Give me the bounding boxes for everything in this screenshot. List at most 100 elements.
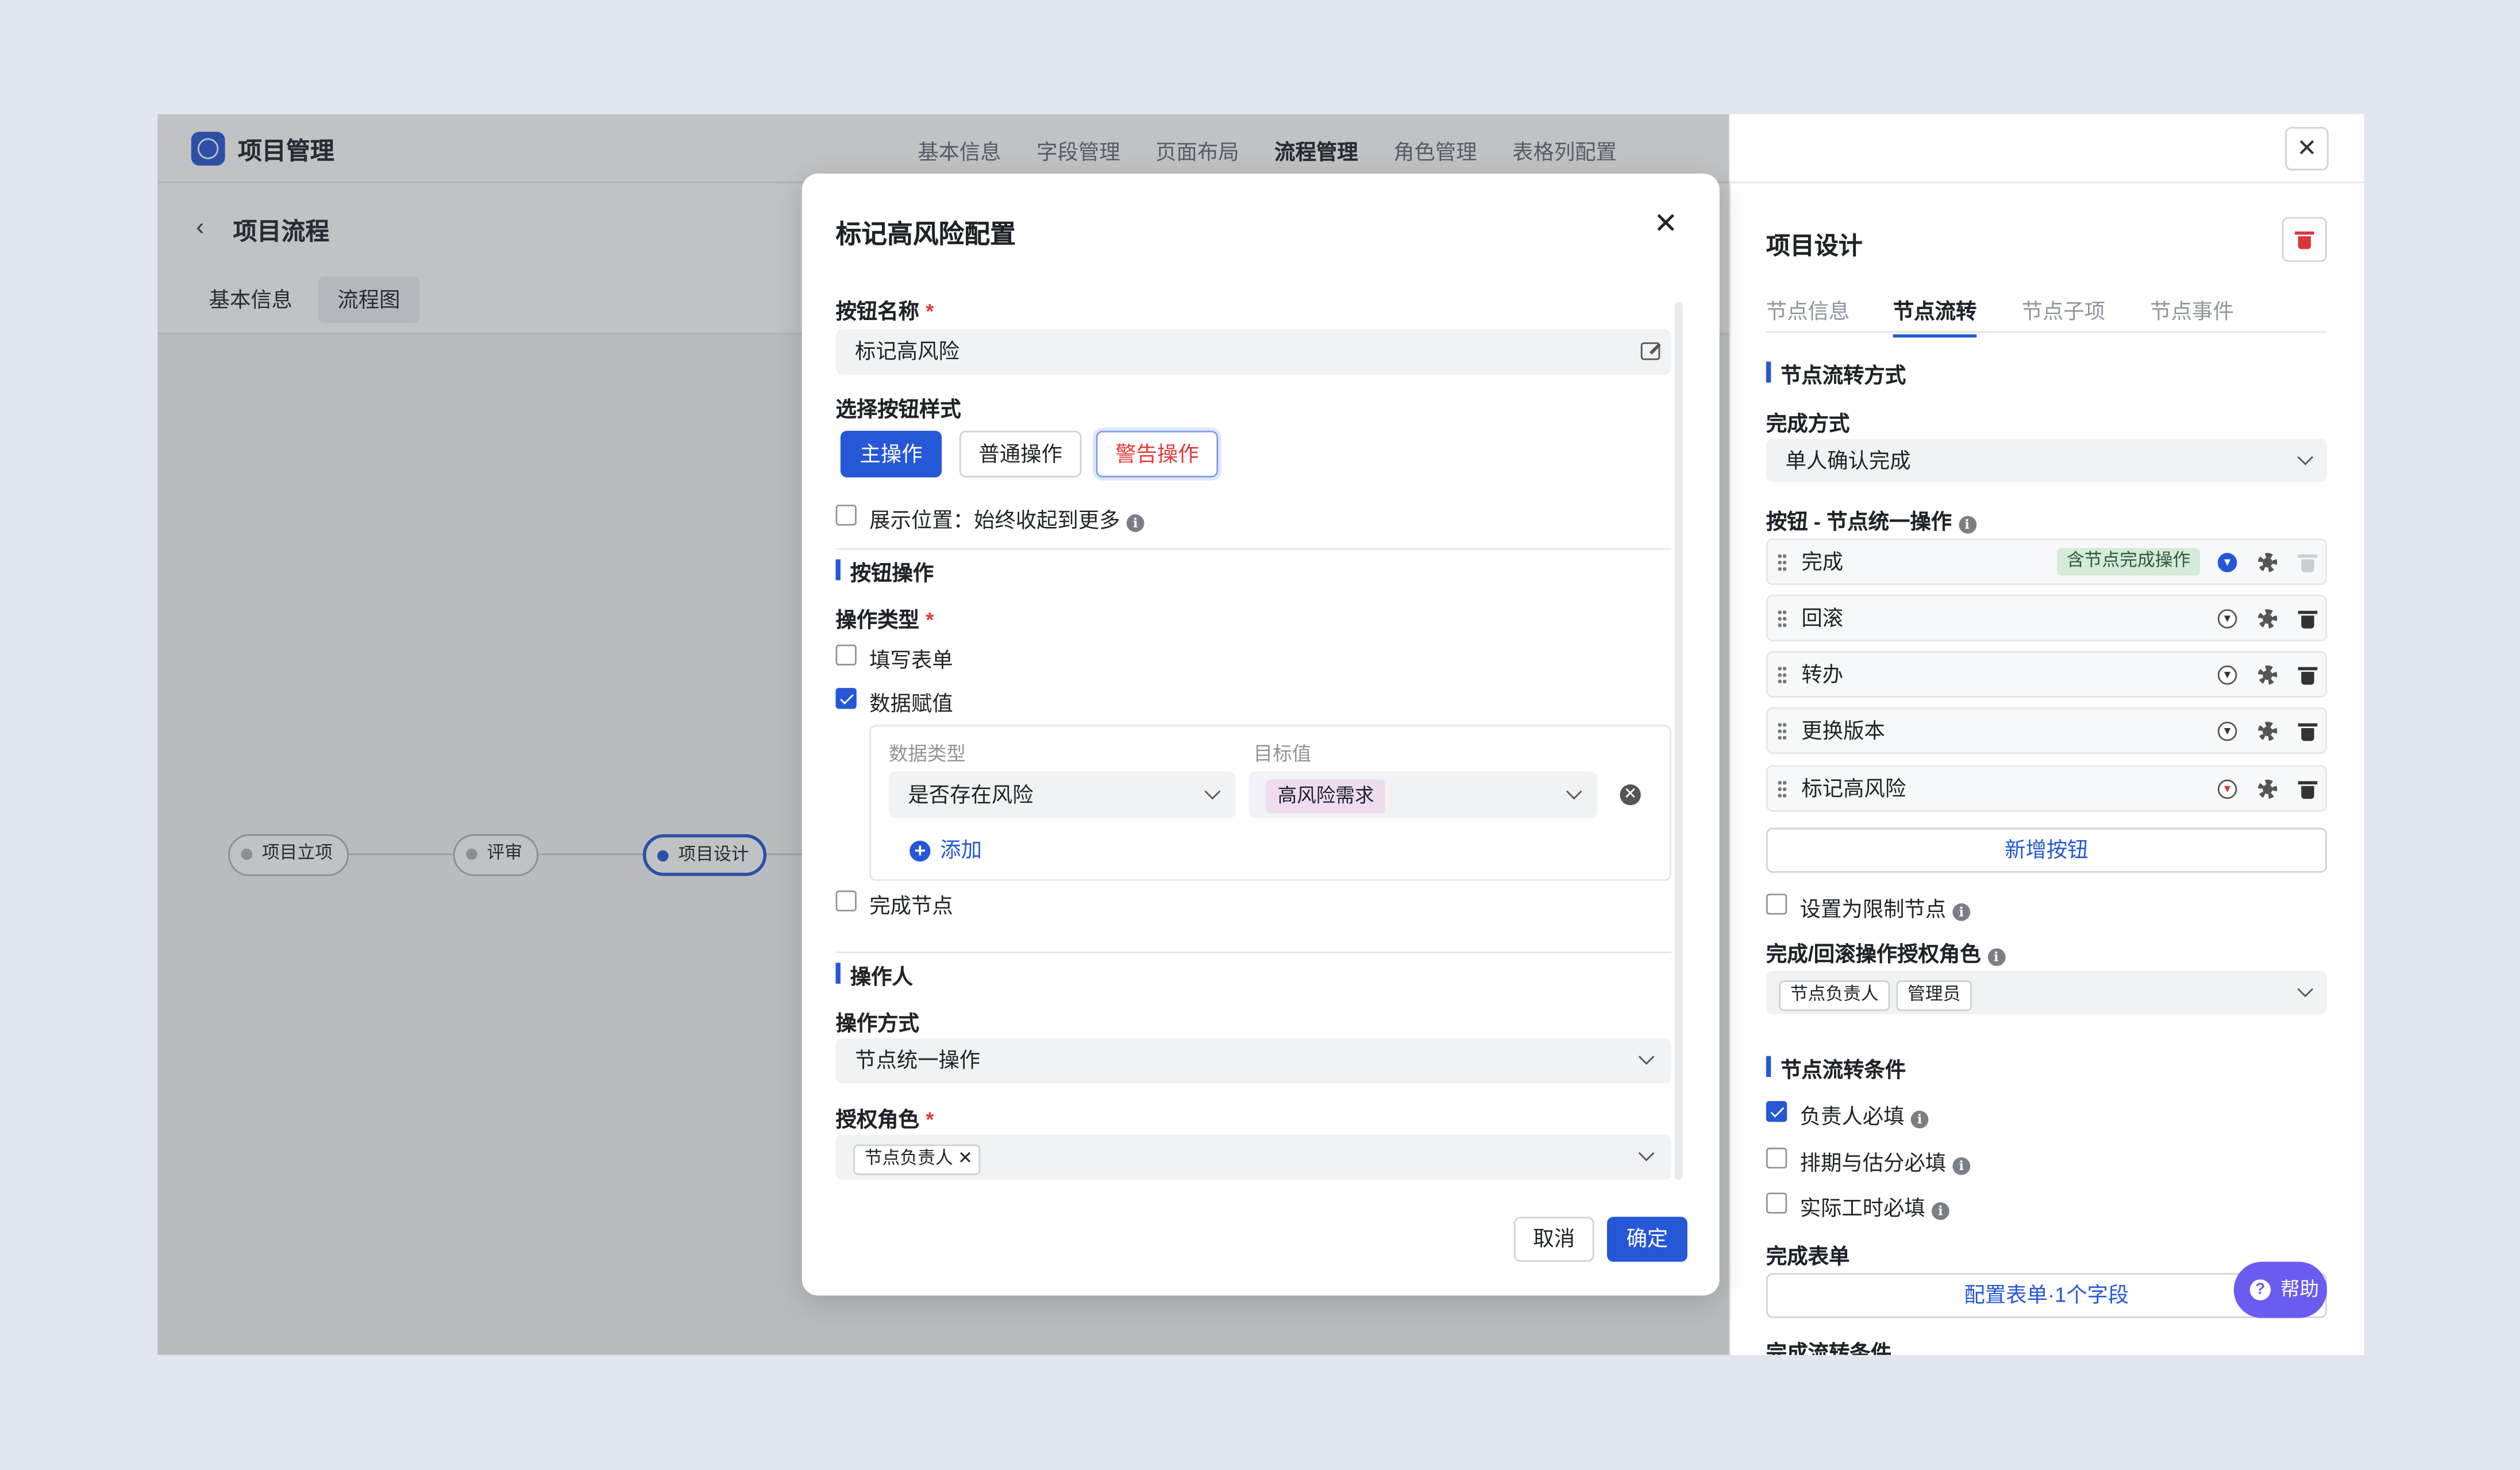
status-badge: 含节点完成操作 xyxy=(2057,548,2201,576)
plus-circle-icon: + xyxy=(910,840,931,862)
show-position-text: 展示位置：始终收起到更多 xyxy=(869,507,1120,532)
dropdown-icon[interactable] xyxy=(2217,609,2237,629)
complete-mode-label: 完成方式 xyxy=(1766,411,1850,436)
target-value-label: 目标值 xyxy=(1253,742,1312,765)
complete-mode-select[interactable]: 单人确认完成 xyxy=(1766,438,2328,483)
required-mark: * xyxy=(926,299,934,324)
trash-icon xyxy=(2295,231,2314,249)
modal-scrollbar[interactable] xyxy=(1674,302,1683,1180)
style-primary-button[interactable]: 主操作 xyxy=(840,430,942,478)
complete-node-checkbox[interactable] xyxy=(835,890,857,911)
button-name-value: 标记高风险 xyxy=(855,339,960,364)
style-normal-button[interactable]: 普通操作 xyxy=(959,430,1082,478)
info-icon: i xyxy=(1126,514,1145,532)
help-button[interactable]: 帮助 xyxy=(2233,1261,2328,1318)
dropdown-icon[interactable] xyxy=(2217,721,2237,741)
trash-icon[interactable] xyxy=(2298,723,2318,741)
target-value-tag: 高风险需求 xyxy=(1266,779,1386,814)
show-position-checkbox[interactable] xyxy=(835,505,857,526)
tab-node-info[interactable]: 节点信息 xyxy=(1766,294,1849,325)
dropdown-icon[interactable] xyxy=(2217,553,2237,572)
add-button[interactable]: 新增按钮 xyxy=(1766,828,2328,873)
chevron-down-icon xyxy=(2297,981,2314,998)
style-label: 选择按钮样式 xyxy=(835,397,961,421)
complete-mode-value: 单人确认完成 xyxy=(1785,448,1911,473)
button-name-label: 按钮名称 * xyxy=(835,294,934,325)
condition-checkbox[interactable] xyxy=(1766,1148,1787,1169)
auth-roles-select[interactable]: 节点负责人 ✕ xyxy=(835,1134,1671,1180)
role-chip-text: 节点负责人 xyxy=(864,1149,953,1169)
show-position-label: 展示位置：始终收起到更多 i xyxy=(869,503,1145,533)
trash-icon[interactable] xyxy=(2298,667,2318,685)
role-chip: 节点负责人 xyxy=(1779,980,1890,1011)
section-operator: 操作人 xyxy=(835,960,913,990)
gear-icon[interactable] xyxy=(2257,721,2278,741)
op-mode-label: 操作方式 xyxy=(835,1011,919,1036)
tab-node-transition[interactable]: 节点流转 xyxy=(1893,294,1977,338)
restrict-node-text: 设置为限制节点 xyxy=(1800,896,1947,921)
drag-handle-icon[interactable] xyxy=(1777,721,1787,741)
trash-icon[interactable] xyxy=(2298,610,2318,629)
tab-node-subitems[interactable]: 节点子项 xyxy=(2022,294,2105,325)
restrict-node-label: 设置为限制节点 i xyxy=(1800,892,1971,922)
op-mode-select[interactable]: 节点统一操作 xyxy=(835,1038,1671,1084)
cancel-button[interactable]: 取消 xyxy=(1513,1217,1594,1262)
divider xyxy=(835,951,1671,953)
window-close-button[interactable]: ✕ xyxy=(2285,126,2329,171)
roles-select[interactable]: 节点负责人 管理员 xyxy=(1766,971,2328,1014)
complete-flow-conditions-label: 完成流转条件 xyxy=(1766,1340,1892,1355)
chip-close-icon[interactable]: ✕ xyxy=(958,1149,973,1169)
data-type-value: 是否存在风险 xyxy=(908,783,1034,807)
buttons-label-text: 按钮 - 节点统一操作 xyxy=(1766,509,1952,534)
delete-node-button[interactable] xyxy=(2282,217,2328,262)
drag-handle-icon[interactable] xyxy=(1777,779,1787,799)
node-settings-panel: 项目设计 节点信息 节点流转 节点子项 节点事件 节点流转方式 完成方式 单人确… xyxy=(1729,183,2364,1355)
role-chip: 管理员 xyxy=(1896,980,1972,1011)
button-row-name: 转办 xyxy=(1801,662,1844,687)
gear-icon[interactable] xyxy=(2257,779,2278,799)
condition-checkbox[interactable] xyxy=(1766,1100,1787,1122)
dropdown-icon[interactable] xyxy=(2217,779,2237,799)
drag-handle-icon[interactable] xyxy=(1777,553,1787,572)
gear-icon[interactable] xyxy=(2257,553,2278,572)
info-icon: i xyxy=(1958,515,1976,534)
complete-form-label: 完成表单 xyxy=(1766,1244,1850,1268)
fill-form-checkbox[interactable] xyxy=(835,644,857,665)
trash-icon[interactable] xyxy=(2298,781,2318,799)
modal-close-icon[interactable]: ✕ xyxy=(1654,209,1678,238)
button-name-input[interactable]: 标记高风险 xyxy=(835,329,1671,375)
op-mode-value: 节点统一操作 xyxy=(855,1048,981,1072)
chevron-down-icon xyxy=(1638,1049,1655,1065)
edit-icon[interactable] xyxy=(1640,342,1660,360)
data-type-label: 数据类型 xyxy=(888,742,966,765)
data-assign-box: 数据类型 目标值 是否存在风险 高风险需求 ✕ + 添加 xyxy=(869,725,1671,881)
dropdown-icon[interactable] xyxy=(2217,665,2237,685)
button-row[interactable]: 标记高风险 xyxy=(1766,765,2328,812)
style-warning-button[interactable]: 警告操作 xyxy=(1096,430,1219,478)
tab-node-events[interactable]: 节点事件 xyxy=(2150,294,2233,325)
roles-label: 完成/回滚操作授权角色 i xyxy=(1766,937,2005,968)
complete-node-label: 完成节点 xyxy=(869,894,953,918)
add-assign-link[interactable]: + 添加 xyxy=(910,833,982,863)
condition-checkbox[interactable] xyxy=(1766,1192,1787,1214)
button-row-name: 回滚 xyxy=(1801,606,1844,630)
info-icon: i xyxy=(1932,1202,1949,1220)
auth-roles-label-text: 授权角色 xyxy=(835,1107,919,1132)
target-value-select[interactable]: 高风险需求 xyxy=(1249,771,1598,818)
gear-icon[interactable] xyxy=(2257,665,2278,685)
drag-handle-icon[interactable] xyxy=(1777,609,1787,629)
button-row[interactable]: 转办 xyxy=(1766,651,2328,698)
drag-handle-icon[interactable] xyxy=(1777,665,1787,685)
gear-icon[interactable] xyxy=(2257,609,2278,629)
roles-label-text: 完成/回滚操作授权角色 xyxy=(1766,942,1981,966)
remove-row-icon[interactable]: ✕ xyxy=(1620,784,1641,806)
restrict-node-checkbox[interactable] xyxy=(1766,894,1787,915)
button-row[interactable]: 完成 含节点完成操作 xyxy=(1766,538,2328,586)
divider xyxy=(835,548,1671,550)
confirm-button[interactable]: 确定 xyxy=(1607,1217,1687,1262)
panel-title: 项目设计 xyxy=(1766,233,1863,261)
button-row[interactable]: 回滚 xyxy=(1766,594,2328,642)
data-assign-checkbox[interactable] xyxy=(835,688,857,709)
button-row[interactable]: 更换版本 xyxy=(1766,707,2328,754)
data-type-select[interactable]: 是否存在风险 xyxy=(888,771,1236,818)
